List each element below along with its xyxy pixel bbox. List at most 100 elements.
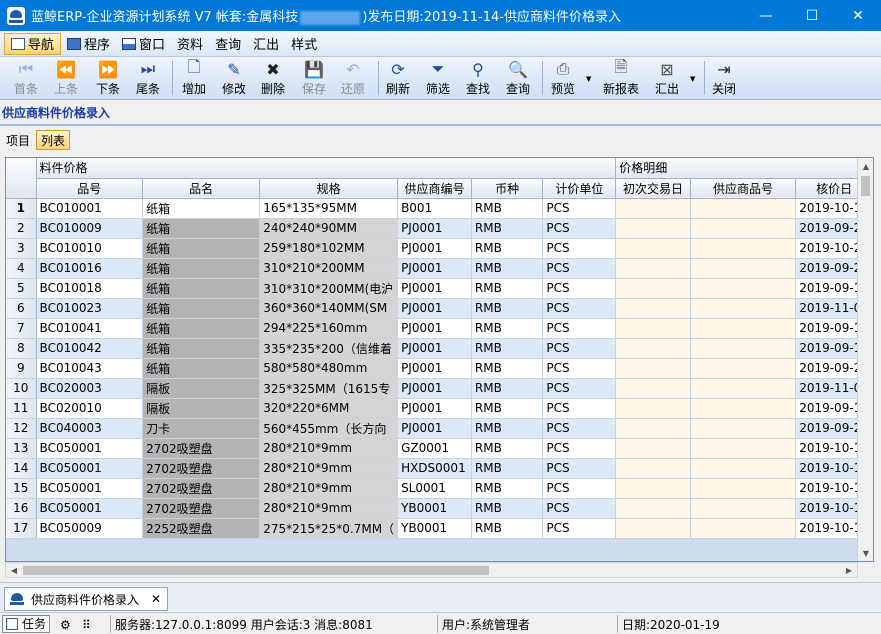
table-cell[interactable]: 280*210*9mm — [259, 478, 399, 499]
table-cell[interactable]: 2252吸塑盘 — [142, 518, 261, 539]
table-cell[interactable]: BC050001 — [36, 438, 144, 459]
table-cell[interactable]: BC020003 — [36, 378, 144, 399]
table-row[interactable]: 9 BC010043 纸箱 580*580*480mm PJ0001 RMB PCS 2019… — [6, 358, 873, 379]
table-cell[interactable]: BC040003 — [36, 418, 144, 439]
table-cell[interactable]: PCS — [542, 198, 617, 219]
table-cell[interactable]: RMB — [471, 378, 544, 399]
task-button[interactable]: 任务 — [2, 614, 51, 633]
table-cell[interactable] — [690, 258, 797, 279]
table-cell[interactable]: PCS — [542, 478, 617, 499]
table-cell[interactable]: PCS — [542, 218, 617, 239]
table-cell[interactable]: RMB — [471, 518, 544, 539]
table-row[interactable]: 4 BC010016 纸箱 310*210*200MM PJ0001 RMB PCS 2019… — [6, 258, 873, 279]
table-cell[interactable]: PCS — [542, 278, 617, 299]
table-cell[interactable]: PJ0001 — [397, 298, 472, 319]
filter-button[interactable]: ⏷ 筛选 — [426, 59, 450, 98]
table-row[interactable]: 7 BC010041 纸箱 294*225*160mm PJ0001 RMB PCS 2019… — [6, 318, 873, 339]
scroll-right-icon[interactable]: ▶ — [841, 563, 857, 577]
table-cell[interactable]: BC010042 — [36, 338, 144, 359]
table-row[interactable]: 12 BC040003 刀卡 560*455mm（长方向 PJ0001 RMB PCS 201… — [6, 418, 873, 439]
column-header[interactable]: 供应商编号 — [397, 178, 472, 199]
first-record-button[interactable]: ⏮ 首条 — [14, 59, 38, 98]
menu-program[interactable]: 程序 — [61, 33, 116, 55]
scroll-up-icon[interactable]: ▲ — [858, 158, 873, 174]
table-cell[interactable]: BC010023 — [36, 298, 144, 319]
preview-dropdown-icon[interactable]: ▼ — [586, 75, 591, 83]
table-cell[interactable] — [690, 218, 797, 239]
table-cell[interactable]: 320*220*6MM — [259, 398, 399, 419]
table-cell[interactable]: HXDS0001 — [397, 458, 472, 479]
table-cell[interactable] — [690, 498, 797, 519]
table-cell[interactable]: 刀卡 — [142, 418, 261, 439]
table-cell[interactable]: BC050001 — [36, 458, 144, 479]
table-cell[interactable] — [690, 458, 797, 479]
table-cell[interactable]: 310*310*200MM(电沪 — [259, 278, 399, 299]
tab-list[interactable]: 列表 — [36, 130, 71, 150]
table-cell[interactable]: PJ0001 — [397, 358, 472, 379]
menu-window[interactable]: 窗口 — [116, 33, 171, 55]
table-cell[interactable]: PCS — [542, 318, 617, 339]
table-cell[interactable]: PJ0001 — [397, 238, 472, 259]
table-cell[interactable] — [690, 438, 797, 459]
settings-icon[interactable]: ⚙ — [60, 618, 74, 632]
table-cell[interactable]: PCS — [542, 338, 617, 359]
table-cell[interactable]: 纸箱 — [142, 338, 261, 359]
tab-items[interactable]: 项目 — [2, 130, 34, 150]
table-cell[interactable]: PJ0001 — [397, 218, 472, 239]
table-cell[interactable] — [615, 278, 691, 299]
column-header[interactable]: 初次交易日 — [615, 178, 691, 199]
table-row[interactable]: 16 BC050001 2702吸塑盘 280*210*9mm YB0001 RMB PCS… — [6, 498, 873, 519]
table-cell[interactable]: 隔板 — [142, 378, 261, 399]
table-cell[interactable]: BC010043 — [36, 358, 144, 379]
column-header[interactable]: 规格 — [259, 178, 399, 199]
table-cell[interactable] — [615, 518, 691, 539]
table-cell[interactable] — [615, 478, 691, 499]
table-cell[interactable]: RMB — [471, 498, 544, 519]
table-cell[interactable]: BC050001 — [36, 498, 144, 519]
scroll-left-icon[interactable]: ◀ — [6, 563, 22, 577]
table-cell[interactable]: PCS — [542, 398, 617, 419]
next-record-button[interactable]: ⏩ 下条 — [96, 59, 120, 98]
table-row[interactable]: 1 BC010001 纸箱 165*135*95MM B001 RMB PCS 2019-10… — [6, 198, 873, 219]
table-cell[interactable]: 纸箱 — [142, 278, 261, 299]
table-row[interactable]: 3 BC010010 纸箱 259*180*102MM PJ0001 RMB PCS 2019… — [6, 238, 873, 259]
table-cell[interactable] — [615, 198, 691, 219]
menu-navigator[interactable]: 导航 — [4, 32, 62, 55]
table-cell[interactable] — [690, 378, 797, 399]
table-row[interactable]: 13 BC050001 2702吸塑盘 280*210*9mm GZ0001 RMB PCS… — [6, 438, 873, 459]
table-cell[interactable] — [690, 318, 797, 339]
table-row[interactable]: 8 BC010042 纸箱 335*235*200（信维着 PJ0001 RMB PCS 20… — [6, 338, 873, 359]
table-cell[interactable]: RMB — [471, 458, 544, 479]
table-cell[interactable] — [615, 398, 691, 419]
table-cell[interactable]: PJ0001 — [397, 338, 472, 359]
table-cell[interactable]: 275*215*25*0.7MM（ — [259, 518, 399, 539]
table-cell[interactable] — [690, 198, 797, 219]
export-button[interactable]: ⊠ 汇出 — [655, 59, 679, 98]
table-cell[interactable]: PCS — [542, 458, 617, 479]
menu-query[interactable]: 查询 — [209, 33, 247, 55]
table-cell[interactable]: 隔板 — [142, 398, 261, 419]
menu-data[interactable]: 资料 — [171, 33, 209, 55]
table-cell[interactable] — [690, 478, 797, 499]
table-cell[interactable] — [690, 338, 797, 359]
table-cell[interactable] — [690, 398, 797, 419]
table-cell[interactable]: BC010016 — [36, 258, 144, 279]
horizontal-scroll-thumb[interactable] — [23, 566, 489, 575]
table-cell[interactable]: 240*240*90MM — [259, 218, 399, 239]
table-cell[interactable] — [615, 298, 691, 319]
table-row[interactable]: 17 BC050009 2252吸塑盘 275*215*25*0.7MM（ YB0001… — [6, 518, 873, 539]
table-cell[interactable]: RMB — [471, 298, 544, 319]
table-cell[interactable]: 纸箱 — [142, 258, 261, 279]
table-cell[interactable] — [615, 418, 691, 439]
minimize-button[interactable]: — — [743, 0, 789, 31]
refresh-button[interactable]: ⟳ 刷新 — [386, 59, 410, 98]
table-cell[interactable]: GZ0001 — [397, 438, 472, 459]
table-cell[interactable]: BC010009 — [36, 218, 144, 239]
table-cell[interactable] — [615, 438, 691, 459]
table-cell[interactable]: RMB — [471, 398, 544, 419]
table-cell[interactable]: PCS — [542, 358, 617, 379]
price-grid[interactable]: 料件价格 价格明细 品号 品名 规格 供应商编号 币种 计价单位 初次交易日 供应商品号 核价日… — [5, 157, 874, 562]
table-cell[interactable]: 纸箱 — [142, 318, 261, 339]
find-button[interactable]: ⚲ 查找 — [466, 59, 490, 98]
table-cell[interactable] — [615, 238, 691, 259]
